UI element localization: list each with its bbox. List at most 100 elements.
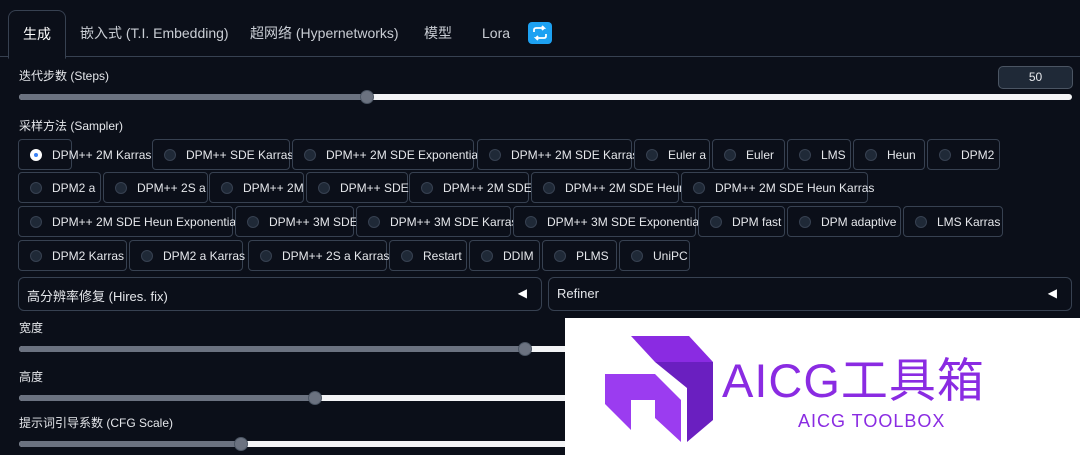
sampler-option[interactable]: DPM fast [698,206,785,237]
sampler-option[interactable]: Heun [853,139,925,170]
sampler-option[interactable]: DPM++ SDE Karras [152,139,294,170]
sampler-option[interactable]: DPM++ 2M SDE [409,172,532,203]
sampler-option-label: DPM++ 2M SDE Exponential [326,147,481,162]
sampler-option[interactable]: DPM++ 3M SDE Exponential [513,206,702,237]
sampler-option[interactable]: Euler [712,139,785,170]
sampler-option[interactable]: DPM++ 2M SDE Heun Exponential [18,206,239,237]
sampler-option-label: DPM2 Karras [52,248,125,263]
sampler-option[interactable]: DPM++ 2M SDE Exponential [292,139,481,170]
sampler-option[interactable]: DPM2 Karras [18,240,127,271]
sampler-option[interactable]: DPM adaptive [787,206,901,237]
radio-circle[interactable] [368,215,380,228]
radio-circle[interactable] [799,215,811,228]
steps-slider-fill [19,94,367,100]
radio-circle[interactable] [30,148,42,161]
sampler-option[interactable]: DPM++ 2M [209,172,304,203]
radio-circle[interactable] [221,181,233,194]
sampler-option[interactable]: UniPC [619,240,690,271]
radio-circle[interactable] [304,148,316,161]
radio-circle[interactable] [115,181,127,194]
radio-circle[interactable] [543,181,555,194]
sampler-option-label: DPM++ 3M SDE Exponential [547,214,702,229]
refresh-button[interactable] [528,22,552,44]
radio-circle[interactable] [554,249,566,262]
sampler-option[interactable]: DPM++ SDE [306,172,409,203]
sampler-option[interactable]: DPM2 [927,139,1000,170]
sampler-option-label: DPM++ 3M SDE [269,214,358,229]
sampler-option[interactable]: DPM++ 2M SDE Heun [531,172,686,203]
sampler-option[interactable]: DPM++ 2S a Karras [248,240,389,271]
refiner-accordion[interactable]: Refiner ◀ [548,277,1072,311]
radio-circle[interactable] [260,249,272,262]
sampler-option-label: DPM++ 2M SDE [443,180,532,195]
radio-circle[interactable] [30,181,42,194]
steps-slider-thumb[interactable] [360,90,375,104]
radio-circle[interactable] [939,148,951,161]
radio-circle[interactable] [421,181,433,194]
radio-circle[interactable] [646,148,658,161]
tab-generate[interactable]: 生成 [8,10,66,59]
sampler-option-label: DPM2 a [52,180,96,195]
sampler-option-label: DPM fast [732,214,782,229]
sampler-option[interactable]: LMS Karras [903,206,1003,237]
radio-circle[interactable] [247,215,259,228]
radio-circle[interactable] [164,148,176,161]
height-label: 高度 [19,370,44,384]
radio-circle[interactable] [141,249,153,262]
sampler-option[interactable]: DPM++ 2M SDE Heun Karras [681,172,874,203]
sampler-option-label: LMS [821,147,846,162]
steps-slider[interactable] [19,90,1072,104]
tab-model[interactable]: 模型 [424,10,452,56]
radio-circle[interactable] [631,249,643,262]
sampler-option-label: DPM++ 2M Karras [52,147,152,162]
sampler-option[interactable]: DPM++ 3M SDE Karras [356,206,517,237]
cfg-scale-slider-fill [19,441,241,447]
sampler-option[interactable]: DPM++ 2S a [103,172,208,203]
tab-lora[interactable]: Lora [482,10,510,56]
radio-circle[interactable] [30,249,42,262]
sampler-label: 采样方法 (Sampler) [19,119,124,133]
radio-circle[interactable] [724,148,736,161]
radio-circle[interactable] [710,215,722,228]
tab-bar: 生成 嵌入式 (T.I. Embedding) 超网络 (Hypernetwor… [0,0,1080,59]
sampler-option-label: DPM++ 2M SDE Heun [565,180,686,195]
tab-divider [0,56,1080,57]
radio-circle[interactable] [693,181,705,194]
sampler-option-label: DPM++ 2M [243,180,304,195]
sampler-option[interactable]: Restart [389,240,467,271]
radio-circle[interactable] [318,181,330,194]
sampler-option[interactable]: DPM2 a [18,172,101,203]
tab-hypernetworks[interactable]: 超网络 (Hypernetworks) [250,10,399,56]
sampler-option[interactable]: PLMS [542,240,617,271]
radio-circle[interactable] [401,249,413,262]
sampler-option[interactable]: DPM++ 2M SDE Karras [477,139,638,170]
sampler-option[interactable]: DPM++ 2M Karras [18,139,151,170]
tab-ti-embedding[interactable]: 嵌入式 (T.I. Embedding) [80,10,229,56]
sampler-option[interactable]: DDIM [469,240,540,271]
sampler-option[interactable]: DPM++ 3M SDE [235,206,358,237]
sampler-option-label: DPM++ SDE Karras [186,147,294,162]
width-slider-thumb[interactable] [518,342,533,356]
cfg-scale-slider-thumb[interactable] [234,437,249,451]
radio-circle[interactable] [799,148,811,161]
collapse-arrow-icon: ◀ [517,286,527,300]
cfg-scale-label: 提示词引导系数 (CFG Scale) [19,416,174,430]
radio-circle[interactable] [915,215,927,228]
hires-fix-label: 高分辨率修复 (Hires. fix) [27,289,168,304]
sampler-option[interactable]: LMS [787,139,851,170]
sampler-option[interactable]: Euler a [634,139,710,170]
sampler-option[interactable]: DPM2 a Karras [129,240,245,271]
radio-circle[interactable] [481,249,493,262]
radio-circle[interactable] [525,215,537,228]
collapse-arrow-icon: ◀ [1047,286,1057,300]
sampler-option-label: DPM++ 2M SDE Heun Karras [715,180,875,195]
hires-fix-accordion[interactable]: 高分辨率修复 (Hires. fix) ◀ [18,277,542,311]
radio-circle[interactable] [489,148,501,161]
sampler-option-label: PLMS [576,248,609,263]
sampler-option-label: Heun [887,147,916,162]
height-slider-thumb[interactable] [307,391,322,405]
sampler-option-label: Euler a [668,147,707,162]
radio-circle[interactable] [865,148,877,161]
steps-input[interactable]: 50 [998,66,1073,89]
radio-circle[interactable] [30,215,42,228]
